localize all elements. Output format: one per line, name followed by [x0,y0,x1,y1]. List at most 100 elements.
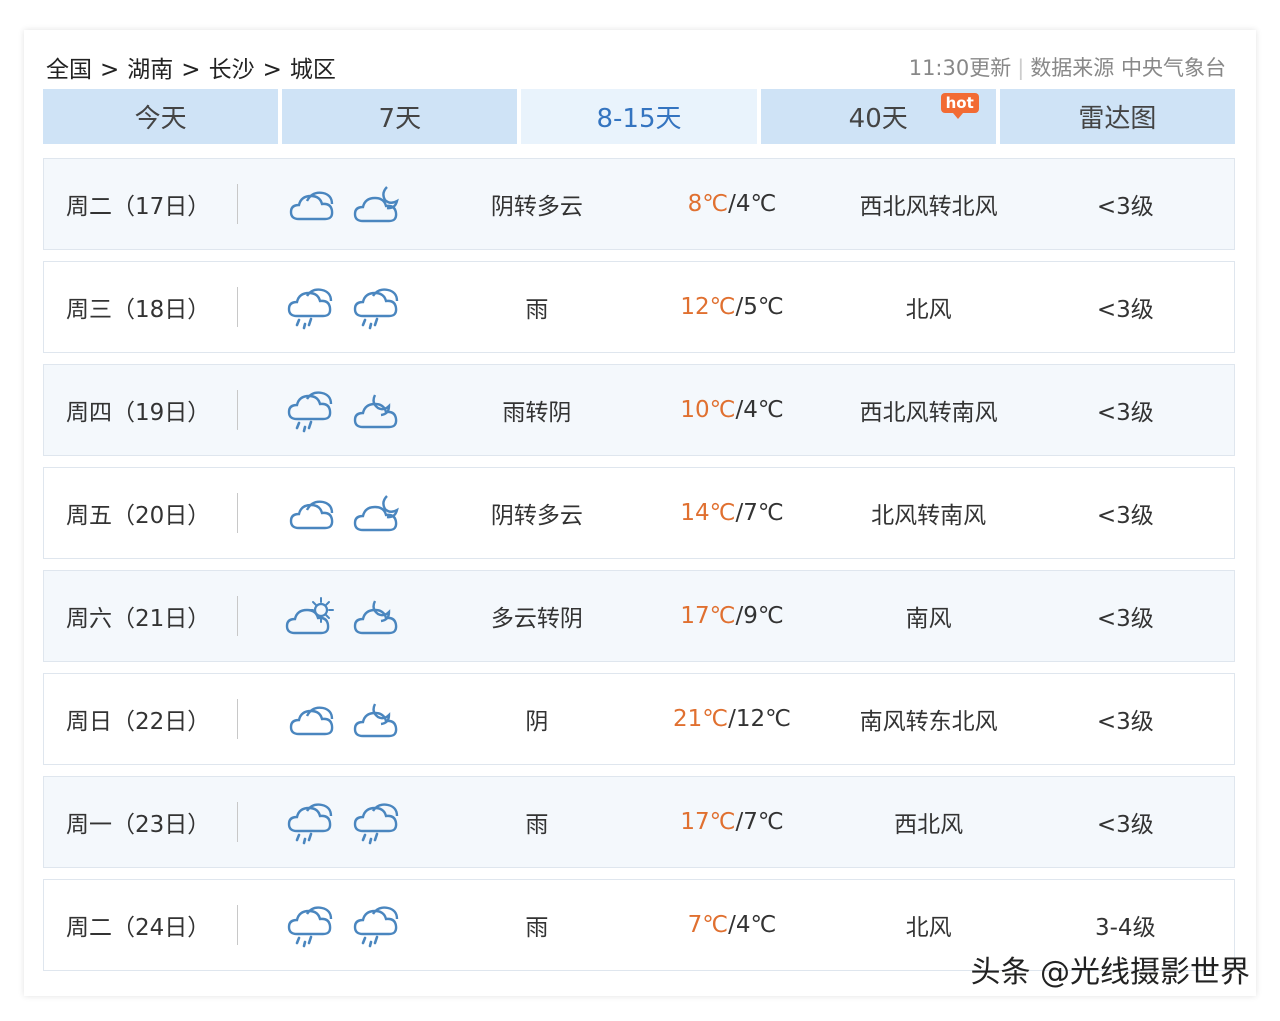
weather-icons [238,799,450,845]
low-temp: /5℃ [735,294,784,320]
overcast-night-icon [353,703,398,738]
tab-label: 7天 [378,104,422,134]
tab-label: 雷达图 [1078,104,1157,134]
high-temp: 7℃ [687,912,729,938]
day-label: 周一（23日） [66,812,211,838]
rain-icon [353,288,399,330]
forecast-row: 周日（22日） 阴 21℃/12℃ 南风转东北风 <3级 [43,673,1235,765]
temperature: 21℃/12℃ [623,706,840,732]
cloudy-night-icon [353,186,400,223]
temperature: 17℃/9℃ [623,603,840,629]
low-temp: /4℃ [735,397,784,423]
overcast-night-icon [353,600,398,635]
wind-direction: 西北风转南风 [859,400,998,426]
tab-label: 8-15天 [596,104,682,134]
breadcrumb: 全国 > 湖南 > 长沙 > 城区 [46,50,336,83]
tab-radar[interactable]: 雷达图 [999,89,1236,144]
weather-description: 雨 [525,812,549,838]
weather-description: 阴 [525,709,549,735]
day-label: 周五（20日） [66,503,211,529]
wind-direction: 北风 [905,915,952,941]
day-label: 周二（17日） [66,194,211,220]
high-temp: 8℃ [687,191,729,217]
forecast-row: 周三（18日） 雨 12℃/5℃ 北风 <3级 [43,261,1235,353]
breadcrumb-item-city[interactable]: 长沙 [209,57,255,83]
temperature: 7℃/4℃ [623,912,840,938]
weather-description: 雨 [525,297,549,323]
forecast-row: 周六（21日） 多云转阴 17℃/9℃ 南风 <3级 [43,570,1235,662]
rain-icon [287,288,333,330]
weather-icons [238,902,450,948]
tab-today[interactable]: 今天 [43,89,279,144]
high-temp: 14℃ [680,500,736,526]
weather-description: 阴转多云 [490,194,583,220]
wind-level: <3级 [1096,606,1154,632]
low-temp: /12℃ [728,706,791,732]
partly-sunny-icon [285,597,335,635]
breadcrumb-separator: > [100,57,120,83]
temperature: 17℃/7℃ [623,809,840,835]
watermark: 头条 @光线摄影世界 [970,955,1250,990]
forecast-row: 周四（19日） 雨转阴 10℃/4℃ 西北风转南风 <3级 [43,364,1235,456]
high-temp: 17℃ [680,809,736,835]
wind-level: 3-4级 [1095,915,1156,941]
wind-level: <3级 [1096,812,1154,838]
tab-40-days[interactable]: 40天 hot [760,89,996,144]
update-time: 11:30更新 [908,56,1012,80]
temperature: 8℃/4℃ [623,191,840,217]
rain-icon [287,803,333,845]
rain-icon [353,906,399,948]
wind-level: <3级 [1096,297,1154,323]
weather-icons [238,181,450,227]
wind-level: <3级 [1096,194,1154,220]
low-temp: /4℃ [728,912,777,938]
forecast-row: 周一（23日） 雨 17℃/7℃ 西北风 <3级 [43,776,1235,868]
low-temp: /4℃ [728,191,777,217]
wind-direction: 北风 [905,297,952,323]
high-temp: 17℃ [680,603,736,629]
temperature: 10℃/4℃ [623,397,840,423]
wind-direction: 西北风 [894,812,964,838]
day-label: 周日（22日） [66,709,211,735]
day-label: 周四（19日） [66,400,211,426]
forecast-tabs: 今天 7天 8-15天 40天 hot 雷达图 [43,89,1236,144]
divider: | [1017,56,1025,80]
wind-level: <3级 [1096,503,1154,529]
weather-icons [238,284,450,330]
forecast-list: 周二（17日） 阴转多云 8℃/4℃ 西北风转北风 <3级 周三（18日）雨 12℃/5℃ 北… [43,158,1235,982]
wind-direction: 北风转南风 [871,503,987,529]
hot-badge: hot [940,93,979,119]
cloudy-icon [289,706,334,736]
cloudy-icon [289,191,334,221]
cloudy-icon [289,500,334,530]
forecast-row: 周五（20日） 阴转多云 14℃/7℃ 北风转南风 <3级 [43,467,1235,559]
rain-icon [353,803,399,845]
high-temp: 21℃ [673,706,729,732]
high-temp: 10℃ [680,397,736,423]
weather-icons [238,593,450,639]
breadcrumb-item-country[interactable]: 全国 [46,57,92,83]
breadcrumb-separator: > [262,57,282,83]
weather-description: 阴转多云 [490,503,583,529]
breadcrumb-item-province[interactable]: 湖南 [127,57,173,83]
breadcrumb-separator: > [181,57,201,83]
weather-icons [238,387,450,433]
rain-icon [287,906,333,948]
high-temp: 12℃ [680,294,736,320]
wind-direction: 南风转东北风 [859,709,998,735]
cloudy-night-icon [353,495,400,532]
tab-label: 40天 [848,104,908,134]
wind-direction: 南风 [905,606,952,632]
tab-label: 今天 [134,104,187,134]
forecast-row: 周二（17日） 阴转多云 8℃/4℃ 西北风转北风 <3级 [43,158,1235,250]
overcast-night-icon [353,394,398,429]
day-label: 周三（18日） [66,297,211,323]
weather-description: 多云转阴 [490,606,583,632]
low-temp: /9℃ [735,603,784,629]
tab-7-days[interactable]: 7天 [282,89,518,144]
weather-icons [238,490,450,536]
tab-8-15-days[interactable]: 8-15天 [521,89,757,144]
low-temp: /7℃ [735,809,784,835]
wind-level: <3级 [1096,709,1154,735]
wind-direction: 西北风转北风 [859,194,998,220]
